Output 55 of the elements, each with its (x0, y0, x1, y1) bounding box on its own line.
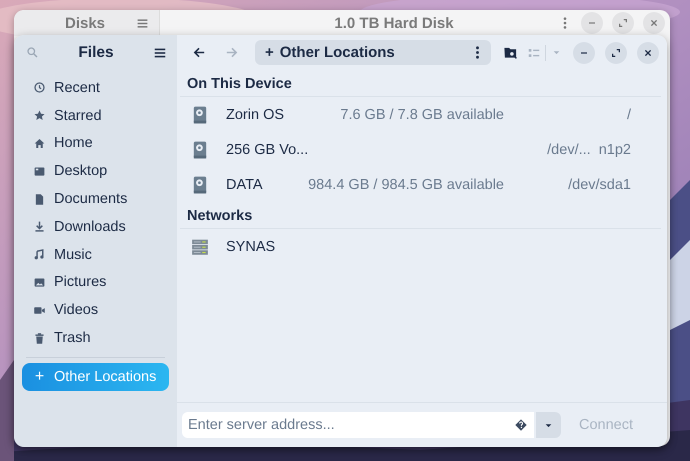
sidebar-item[interactable]: Downloads (22, 212, 169, 241)
sidebar-item[interactable]: Desktop (22, 157, 169, 186)
home-icon (33, 136, 46, 150)
menu-icon (136, 16, 149, 30)
sidebar-item[interactable]: Trash (22, 324, 169, 352)
close-button[interactable] (637, 42, 659, 64)
sidebar-item[interactable]: Recent (22, 74, 169, 102)
location-path: /dev/... n1p2 (546, 142, 631, 158)
download-icon (33, 220, 46, 234)
search-button[interactable] (503, 45, 518, 60)
location-info: 984.4 GB / 984.5 GB available (308, 176, 504, 192)
sidebar-item[interactable]: Pictures (22, 268, 169, 296)
back-arrow-icon (192, 45, 206, 60)
sidebar-item[interactable]: Starred (22, 102, 169, 130)
location-name: SYNAS (226, 238, 276, 254)
maximize-icon (610, 46, 622, 58)
server-address-field[interactable]: Enter server address... (182, 412, 534, 438)
help-icon (514, 418, 528, 432)
trash-icon (33, 332, 46, 345)
search-icon (26, 46, 39, 59)
menu-icon (153, 46, 167, 60)
location-name: DATA (226, 176, 263, 192)
folder-search-icon (503, 45, 518, 60)
location-path: /dev/sda1 (567, 176, 631, 192)
location-bar[interactable]: + Other Locations (255, 40, 491, 65)
music-note-icon (33, 248, 46, 262)
window-title: 1.0 TB Hard Disk (333, 14, 455, 32)
location-name: 256 GB Vo... (226, 142, 308, 158)
clock-icon (33, 81, 46, 94)
section-heading: On This Device (186, 75, 293, 94)
sidebar-item[interactable]: Documents (22, 185, 169, 213)
location-path: / (626, 106, 631, 122)
app-title: Files (77, 44, 115, 62)
location-name: Zorin OS (226, 106, 284, 122)
maximize-icon (617, 17, 629, 29)
star-icon (33, 109, 46, 122)
section-heading: Networks (186, 207, 254, 226)
close-icon (648, 17, 660, 29)
document-icon (33, 192, 46, 206)
server-icon (191, 238, 209, 256)
location-row[interactable]: Zorin OS 7.6 GB / 7.8 GB available / (180, 97, 667, 132)
image-icon (33, 276, 46, 289)
location-info: 7.6 GB / 7.8 GB available (340, 106, 504, 122)
location-row[interactable]: DATA 984.4 GB / 984.5 GB available /dev/sda1 (180, 167, 667, 202)
menu-button[interactable] (153, 46, 167, 60)
sidebar-title: Disks (64, 14, 106, 32)
sidebar-item[interactable]: Music (22, 240, 169, 269)
monitor-icon (33, 164, 46, 178)
location-row[interactable]: 256 GB Vo... /dev/... n1p2 (180, 132, 667, 167)
plus-sign: + (265, 44, 274, 61)
location-row[interactable]: SYNAS (180, 229, 667, 264)
sidebar-item[interactable]: Home (22, 130, 169, 158)
sidebar-item[interactable]: Videos (22, 296, 169, 324)
maximize-button[interactable] (605, 42, 627, 64)
location-title: Other Locations (280, 44, 396, 61)
